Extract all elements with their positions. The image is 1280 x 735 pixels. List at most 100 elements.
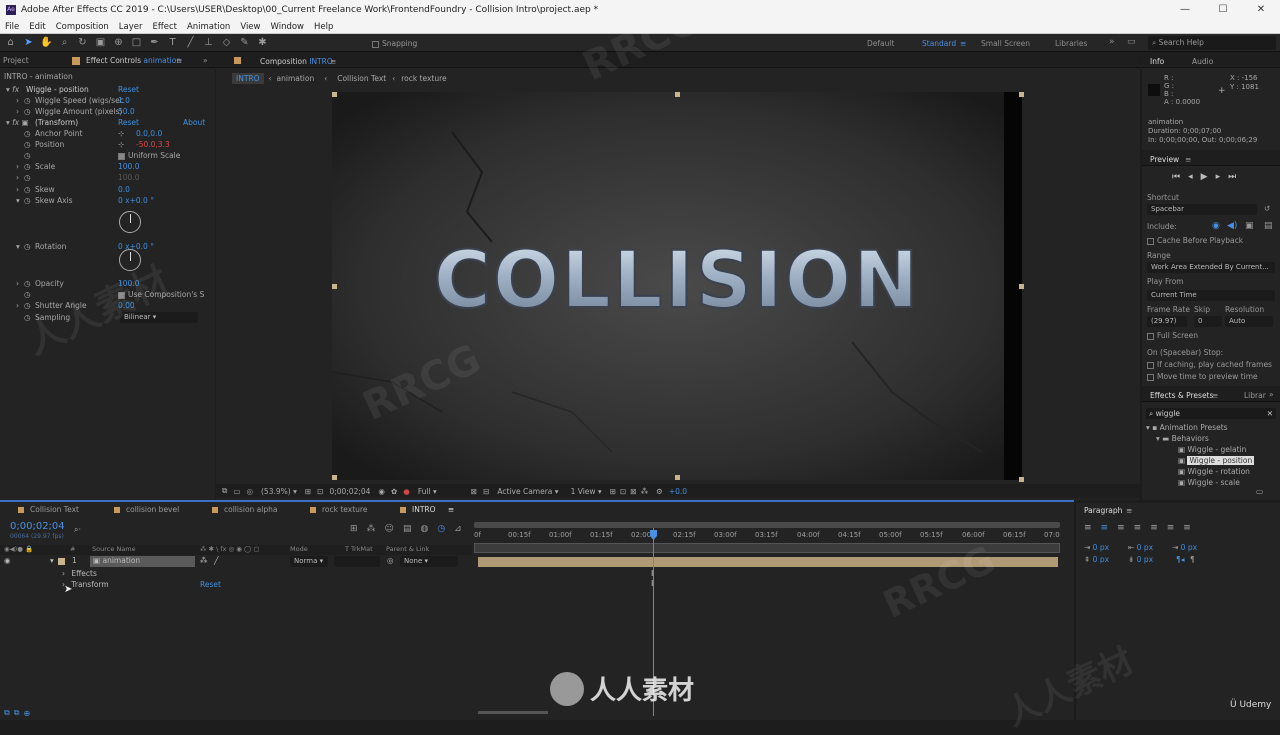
include-video-icon[interactable]: ◉ bbox=[1212, 221, 1220, 231]
panel-menu-icon[interactable]: ≡ bbox=[1185, 155, 1191, 164]
tab-effects-presets[interactable]: Effects & Presets bbox=[1150, 391, 1213, 400]
crosshair-icon[interactable]: ⊹ bbox=[118, 139, 124, 150]
bounding-handle[interactable] bbox=[1019, 477, 1024, 482]
timecode-display[interactable]: 0;00;02;04 bbox=[329, 487, 370, 496]
play-from-dropdown[interactable]: Current Time bbox=[1147, 290, 1275, 301]
workspace-menu-icon[interactable]: ≡ bbox=[960, 39, 966, 48]
clear-search-icon[interactable]: ✕ bbox=[1267, 408, 1273, 419]
skew-axis-dial[interactable] bbox=[119, 211, 141, 233]
menu-animation[interactable]: Animation bbox=[182, 20, 235, 34]
panel-menu-icon[interactable]: ≡ bbox=[330, 57, 336, 66]
bounding-handle[interactable] bbox=[1019, 92, 1024, 97]
param-value[interactable]: 0.0 bbox=[118, 184, 130, 195]
resolution-dropdown[interactable]: Full ▾ bbox=[418, 487, 437, 496]
stopwatch-icon[interactable]: ◷ bbox=[24, 300, 31, 311]
eraser-tool-icon[interactable]: ◇ bbox=[219, 36, 234, 50]
tab-preview[interactable]: Preview bbox=[1150, 155, 1179, 164]
panel-menu-icon[interactable]: ≡ bbox=[448, 505, 454, 514]
tab-composition[interactable]: Composition INTRO bbox=[260, 57, 333, 66]
panel-menu-icon[interactable]: ≡ bbox=[176, 56, 182, 65]
param-row[interactable]: › ◷ Wiggle Speed (wigs/sec 1.0 bbox=[0, 95, 215, 106]
reset-button[interactable]: Reset bbox=[118, 84, 139, 95]
tab-collision-text[interactable]: Collision Text bbox=[18, 505, 79, 514]
resolution-dropdown[interactable]: Auto bbox=[1225, 316, 1273, 327]
snapping-checkbox[interactable] bbox=[372, 40, 379, 48]
property-effects[interactable]: › Effects bbox=[62, 569, 97, 578]
title-safe-icon[interactable]: ⊞ bbox=[305, 487, 311, 496]
param-row[interactable]: ▾ ◷ Rotation 0 x+0.0 ° bbox=[0, 241, 215, 252]
mode-dropdown[interactable]: Norma ▾ bbox=[290, 556, 328, 567]
stopwatch-icon[interactable]: ◷ bbox=[24, 106, 31, 117]
rectangle-tool-icon[interactable]: □ bbox=[129, 36, 144, 50]
param-row[interactable]: › ◷ Scale 100.0 bbox=[0, 161, 215, 172]
home-icon[interactable]: ⌂ bbox=[3, 36, 18, 50]
expand-chevron-icon[interactable]: ▾ bbox=[50, 556, 54, 565]
graph-icon[interactable]: ⊿ bbox=[454, 524, 462, 534]
param-row[interactable]: ◷ Use Composition's S bbox=[0, 289, 215, 300]
range-dropdown[interactable]: Work Area Extended By Current... bbox=[1147, 262, 1275, 273]
skip-dropdown[interactable]: 0 bbox=[1194, 316, 1222, 327]
new-folder-icon[interactable]: ▭ bbox=[1256, 487, 1263, 496]
trkmat-dropdown[interactable] bbox=[334, 556, 380, 567]
tab-collision-alpha[interactable]: collision alpha bbox=[212, 505, 277, 514]
param-row[interactable]: › ◷ Opacity 100.0 bbox=[0, 278, 215, 289]
param-row[interactable]: › ◷ Shutter Angle 0.00 bbox=[0, 300, 215, 311]
reset-button[interactable]: Reset bbox=[118, 117, 139, 128]
rtl-direction-icon[interactable]: ¶ bbox=[1190, 555, 1195, 564]
menu-effect[interactable]: Effect bbox=[148, 20, 182, 34]
param-row[interactable]: ▾ ◷ Skew Axis 0 x+0.0 ° bbox=[0, 195, 215, 206]
tab-paragraph[interactable]: Paragraph bbox=[1084, 506, 1122, 515]
breadcrumb-rock-texture[interactable]: rock texture bbox=[401, 74, 446, 83]
region-of-interest-icon[interactable]: ⊠ bbox=[471, 487, 477, 496]
ltr-direction-icon[interactable]: ¶◂ bbox=[1176, 555, 1185, 564]
justify-center-icon[interactable]: ≡ bbox=[1150, 523, 1158, 533]
hand-tool-icon[interactable]: ✋ bbox=[39, 36, 54, 50]
exposure-value[interactable]: +0.0 bbox=[669, 487, 687, 496]
pen-tool-icon[interactable]: ✒ bbox=[147, 36, 162, 50]
mask-visibility-icon[interactable]: ◎ bbox=[246, 487, 253, 496]
selection-tool-icon[interactable]: ➤ bbox=[21, 36, 36, 50]
use-comp-shutter-checkbox[interactable]: Use Composition's S bbox=[118, 289, 204, 300]
tab-audio[interactable]: Audio bbox=[1192, 57, 1213, 66]
justify-right-icon[interactable]: ≡ bbox=[1167, 523, 1175, 533]
shy-icon[interactable]: ☺ bbox=[385, 524, 394, 534]
indent-first-field[interactable]: ⇥ 0 px bbox=[1172, 543, 1197, 552]
stopwatch-icon[interactable]: ◷ bbox=[24, 161, 31, 172]
motion-blur-icon[interactable]: ◍ bbox=[420, 524, 428, 534]
prev-frame-icon[interactable]: ◂ bbox=[1188, 172, 1193, 182]
comp-flowchart-icon[interactable]: ⁂ bbox=[367, 524, 376, 534]
timeline-icon[interactable]: ⊠ bbox=[630, 487, 636, 496]
zoom-dropdown[interactable]: (53.9%) ▾ bbox=[261, 487, 297, 496]
tab-effect-controls[interactable]: Effect Controls animation bbox=[86, 56, 181, 65]
align-left-icon[interactable]: ≡ bbox=[1084, 523, 1092, 533]
justify-all-icon[interactable]: ≡ bbox=[1183, 523, 1191, 533]
param-row[interactable]: › ◷ Skew 0.0 bbox=[0, 184, 215, 195]
menu-help[interactable]: Help bbox=[309, 20, 338, 34]
preview-settings-icon[interactable]: ▤ bbox=[1264, 221, 1273, 231]
indent-left-field[interactable]: ⇥ 0 px bbox=[1084, 543, 1109, 552]
tree-wiggle-gelatin[interactable]: ▣ Wiggle - gelatin bbox=[1178, 445, 1246, 454]
rotate-tool-icon[interactable]: ↻ bbox=[75, 36, 90, 50]
indent-right-field[interactable]: ⇤ 0 px bbox=[1128, 543, 1153, 552]
justify-left-icon[interactable]: ≡ bbox=[1134, 523, 1142, 533]
param-row[interactable]: › ◷ Wiggle Amount (pixels) 50.0 bbox=[0, 106, 215, 117]
param-value[interactable]: -50.0,3.3 bbox=[136, 139, 170, 150]
menu-edit[interactable]: Edit bbox=[24, 20, 50, 34]
layer-switches-icon[interactable]: ⧉ bbox=[4, 708, 10, 718]
camera-tool-icon[interactable]: ▣ bbox=[93, 36, 108, 50]
timeline-timecode[interactable]: 0;00;02;04 bbox=[10, 521, 65, 532]
play-icon[interactable]: ▶ bbox=[1201, 172, 1208, 182]
sync-settings-icon[interactable]: ▭ bbox=[1127, 37, 1136, 47]
param-value[interactable]: 1.0 bbox=[118, 95, 130, 106]
label-color[interactable] bbox=[58, 558, 65, 565]
stopwatch-icon[interactable]: ◷ bbox=[24, 128, 31, 139]
param-row[interactable]: ◷ Sampling Bilinear ▾ bbox=[0, 312, 215, 323]
minimize-icon[interactable]: — bbox=[1166, 0, 1204, 20]
param-row[interactable]: ◷ Position ⊹ -50.0,3.3 bbox=[0, 139, 215, 150]
maximize-icon[interactable]: ☐ bbox=[1204, 0, 1242, 20]
breadcrumb-collision-text[interactable]: Collision Text bbox=[337, 74, 386, 83]
panel-menu-icon[interactable]: ≡ bbox=[1126, 506, 1132, 515]
stopwatch-icon[interactable]: ◷ bbox=[24, 95, 31, 106]
space-after-field[interactable]: ⇟ 0 px bbox=[1128, 555, 1153, 564]
search-help-input[interactable]: ⌕ Search Help bbox=[1148, 36, 1276, 50]
